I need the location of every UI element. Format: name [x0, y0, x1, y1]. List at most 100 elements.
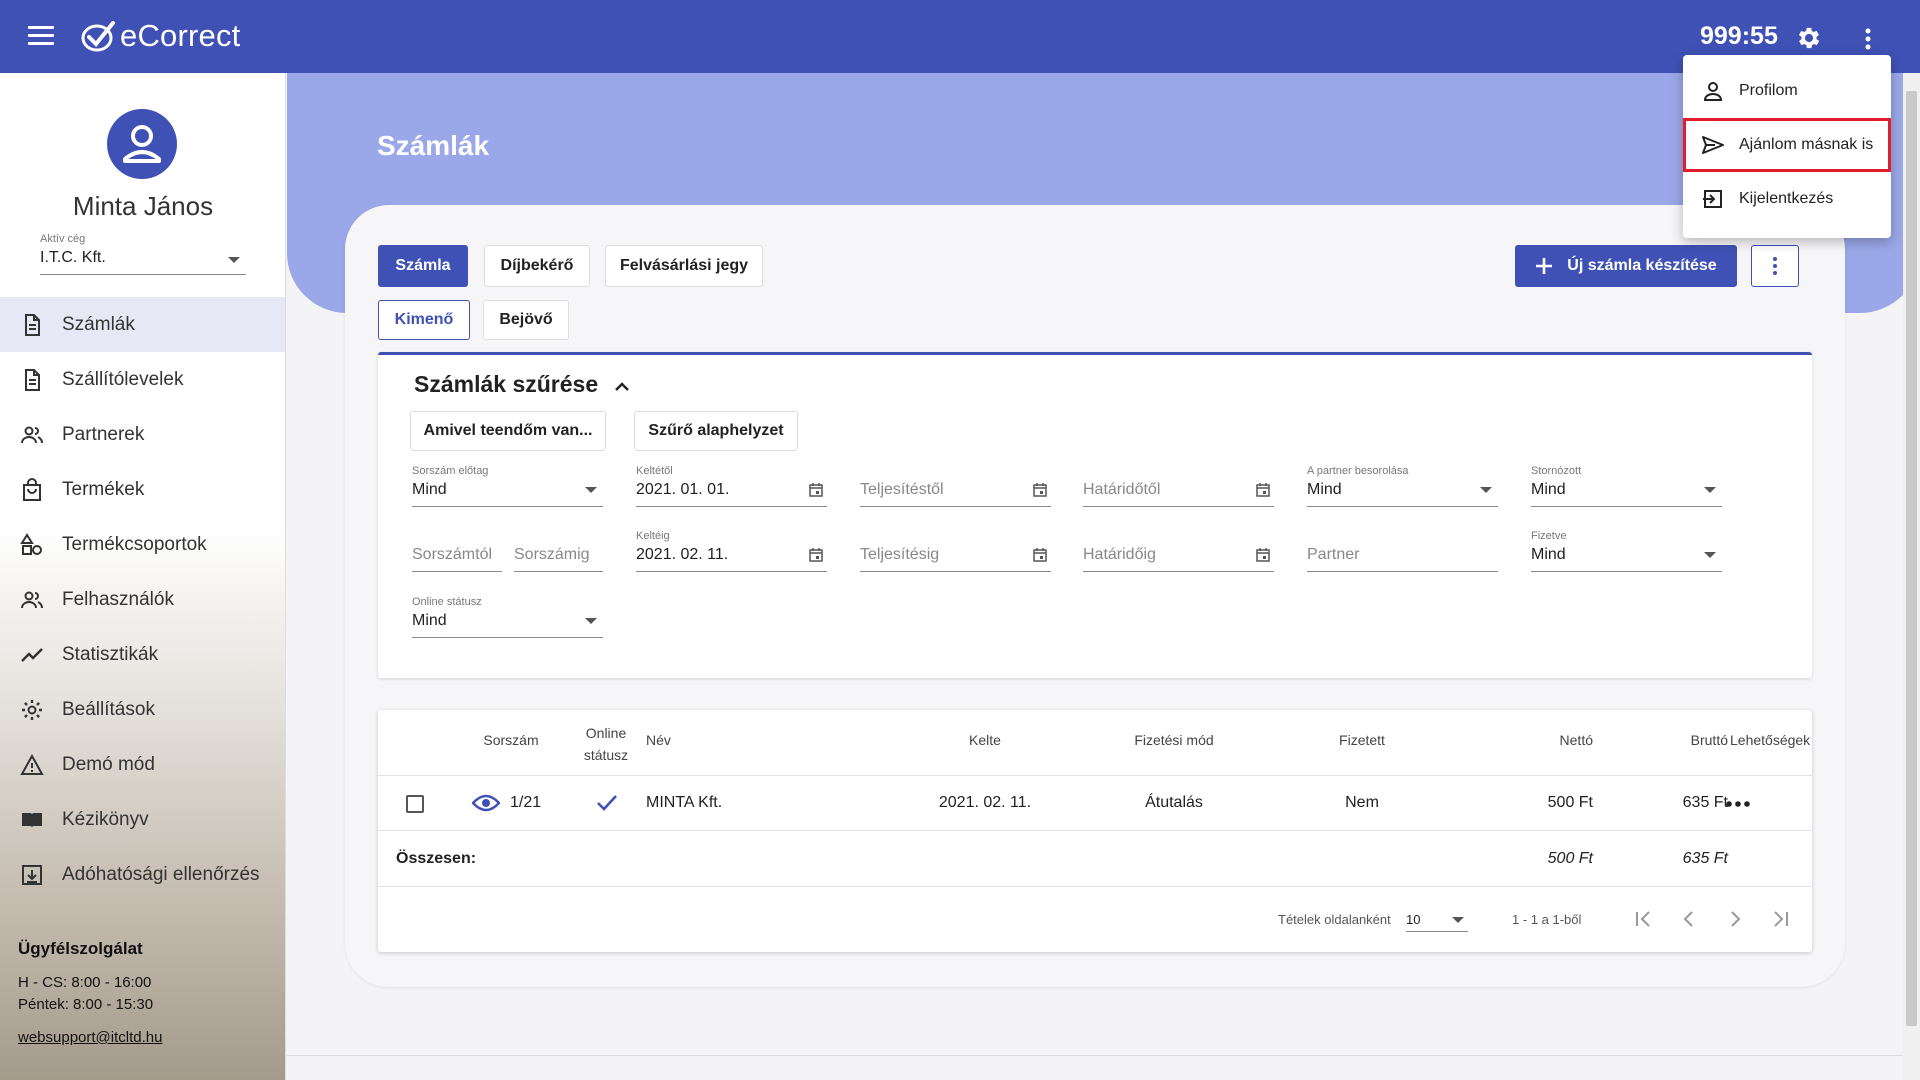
new-invoice-button[interactable]: Új számla készítése — [1515, 245, 1737, 287]
more-vertical-icon — [1773, 257, 1777, 275]
support-email-link[interactable]: websupport@itcltd.hu — [18, 1029, 162, 1046]
sidebar-item-label: Kézikönyv — [62, 808, 149, 830]
cancelled-select[interactable]: Stornózott Mind — [1531, 465, 1722, 507]
sidebar-item-termekcsoportok[interactable]: Termékcsoportok — [0, 517, 285, 572]
header-date[interactable]: Kelte — [950, 732, 1020, 748]
number-to-input[interactable]: Sorszámig — [514, 530, 603, 572]
todo-filter-button[interactable]: Amivel teendőm van... — [410, 411, 606, 451]
menu-item-ajanlom-masnak-is[interactable]: Ajánlom másnak is — [1683, 118, 1891, 172]
pager-range: 1 - 1 a 1-ből — [1512, 912, 1582, 927]
field-label: Stornózott — [1531, 465, 1582, 477]
partner-input[interactable]: Partner — [1307, 530, 1498, 572]
chevron-down-icon — [1452, 917, 1464, 923]
checkmark-icon — [597, 795, 617, 811]
chevron-down-icon — [1704, 552, 1716, 558]
field-placeholder: Határidőtől — [1083, 481, 1161, 498]
issued-from-datepicker[interactable]: Keltétől 2021. 01. 01. — [636, 465, 827, 507]
sidebar-item-adohatosagi-ellenorzes[interactable]: Adóhatósági ellenőrzés — [0, 847, 285, 902]
online-status-select[interactable]: Online státusz Mind — [412, 596, 603, 638]
company-value: I.T.C. Kft. — [40, 249, 106, 266]
more-horizontal-icon[interactable] — [1725, 800, 1751, 808]
support-title: Ügyfélszolgálat — [18, 939, 143, 958]
previous-page-icon[interactable] — [1678, 908, 1700, 930]
more-vertical-icon[interactable] — [1857, 25, 1879, 53]
tab-felvasarlasi-jegy[interactable]: Felvásárlási jegy — [605, 245, 763, 287]
due-from-datepicker[interactable]: Határidőtől — [1083, 465, 1274, 507]
fulfil-to-datepicker[interactable]: Teljesítésig — [860, 530, 1051, 572]
tab-bejovo[interactable]: Bejövő — [483, 300, 569, 340]
field-value: Mind — [412, 481, 447, 498]
field-value: Mind — [1531, 546, 1566, 563]
next-page-icon[interactable] — [1724, 908, 1746, 930]
more-actions-button[interactable] — [1751, 245, 1799, 287]
tab-szamla[interactable]: Számla — [378, 245, 468, 287]
person-icon — [1703, 82, 1723, 101]
field-label: Online státusz — [412, 596, 482, 608]
sidebar-item-felhasznalok[interactable]: Felhasználók — [0, 572, 285, 627]
sidebar-item-kezikonyv[interactable]: Kézikönyv — [0, 792, 285, 847]
company-select[interactable]: I.T.C. Kft. — [40, 249, 246, 275]
per-page-label: Tételek oldalanként — [1278, 912, 1391, 927]
avatar[interactable] — [107, 109, 177, 179]
book-icon — [22, 812, 42, 828]
support-info: Ügyfélszolgálat H - CS: 8:00 - 16:00 Pén… — [18, 939, 162, 1046]
header-paid[interactable]: Fizetett — [1322, 732, 1402, 748]
field-placeholder: Teljesítéstől — [860, 481, 944, 498]
user-menu: Profilom Ajánlom másnak is Kijelentkezés — [1683, 55, 1891, 238]
first-page-icon[interactable] — [1632, 908, 1654, 930]
chevron-down-icon — [1704, 487, 1716, 493]
eye-icon[interactable] — [472, 793, 500, 813]
header-online-status[interactable]: Online státusz — [576, 722, 636, 766]
sidebar-item-label: Termékek — [62, 478, 145, 500]
fulfil-from-datepicker[interactable]: Teljesítéstől — [860, 465, 1051, 507]
sidebar-item-szallitolevelek[interactable]: Szállítólevelek — [0, 352, 285, 407]
row-checkbox[interactable] — [406, 795, 424, 813]
tab-kimeno[interactable]: Kimenő — [378, 300, 470, 340]
chevron-up-icon[interactable] — [614, 379, 630, 395]
header-number[interactable]: Sorszám — [476, 732, 546, 748]
sidebar-item-beallitasok[interactable]: Beállítások — [0, 682, 285, 737]
header-gross[interactable]: Bruttó — [1648, 732, 1728, 748]
reset-filter-button[interactable]: Szűrő alaphelyzet — [634, 411, 798, 451]
paid-select[interactable]: Fizetve Mind — [1531, 530, 1722, 572]
page-scrollbar[interactable] — [1903, 73, 1920, 1080]
user-name: Minta János — [72, 191, 214, 221]
sidebar-item-statisztikak[interactable]: Statisztikák — [0, 627, 285, 682]
field-label: Fizetve — [1531, 530, 1567, 542]
cell-number[interactable]: 1/21 — [510, 794, 541, 812]
menu-item-kijelentkezes[interactable]: Kijelentkezés — [1683, 172, 1891, 226]
sidebar-item-partnerek[interactable]: Partnerek — [0, 407, 285, 462]
sidebar-nav: Számlák Szállítólevelek Partnerek Termék… — [0, 297, 285, 902]
partner-class-select[interactable]: A partner besorolása Mind — [1307, 465, 1498, 507]
prefix-select[interactable]: Sorszám előtag Mind — [412, 465, 603, 507]
sidebar-item-termekek[interactable]: Termékek — [0, 462, 285, 517]
scrollbar-thumb[interactable] — [1906, 91, 1917, 1026]
per-page-select[interactable]: 10 — [1406, 906, 1468, 932]
last-page-icon[interactable] — [1770, 908, 1792, 930]
tab-dijbekero[interactable]: Díjbekérő — [484, 245, 590, 287]
header-name[interactable]: Név — [646, 732, 676, 748]
due-to-datepicker[interactable]: Határidőig — [1083, 530, 1274, 572]
sidebar-item-szamlak[interactable]: Számlák — [0, 297, 285, 352]
menu-item-profilom[interactable]: Profilom — [1683, 64, 1891, 118]
header-payment[interactable]: Fizetési mód — [1124, 732, 1224, 748]
menu-item-label: Kijelentkezés — [1739, 190, 1834, 207]
warning-icon — [20, 753, 44, 775]
chevron-down-icon — [585, 487, 597, 493]
sidebar-item-label: Beállítások — [62, 698, 155, 720]
menu-item-label: Ajánlom másnak is — [1739, 136, 1874, 153]
sidebar-item-label: Számlák — [62, 313, 135, 335]
field-label: A partner besorolása — [1307, 465, 1409, 477]
cell-name: MINTA Kft. — [646, 794, 723, 811]
field-label: Keltéig — [636, 530, 670, 542]
person-avatar-icon — [123, 125, 161, 163]
sidebar-item-demo-mod[interactable]: Demó mód — [0, 737, 285, 792]
issued-to-datepicker[interactable]: Keltéig 2021. 02. 11. — [636, 530, 827, 572]
hamburger-menu-icon[interactable] — [28, 26, 54, 46]
sidebar-item-label: Adóhatósági ellenőrzés — [62, 863, 260, 885]
field-value: 2021. 01. 01. — [636, 481, 730, 498]
number-from-input[interactable]: Sorszámtól — [412, 530, 502, 572]
settings-gear-icon[interactable] — [1795, 24, 1823, 52]
header-net[interactable]: Nettó — [1518, 732, 1593, 748]
app-logo[interactable]: eCorrect — [80, 18, 240, 54]
